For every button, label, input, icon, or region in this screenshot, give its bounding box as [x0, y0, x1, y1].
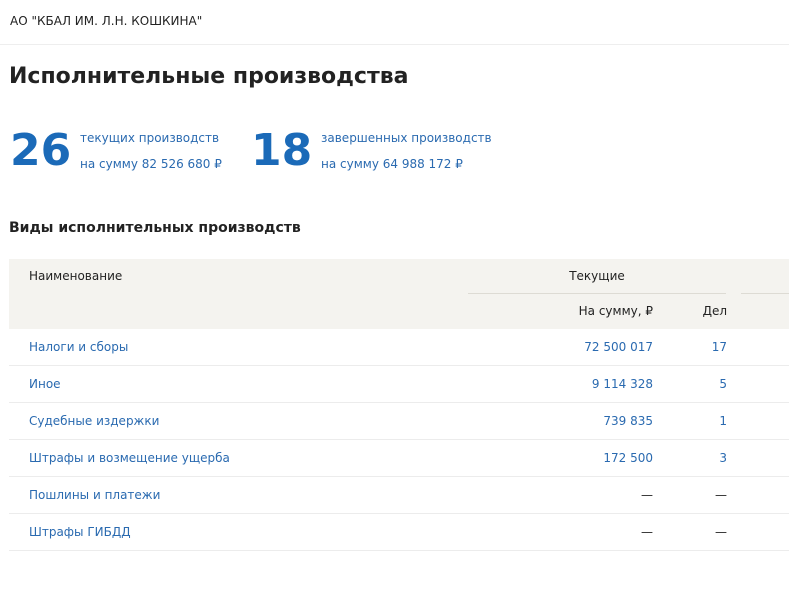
row-count: 3: [719, 451, 727, 465]
row-name-link[interactable]: Судебные издержки: [29, 414, 159, 428]
company-name: АО "КБАЛ ИМ. Л.Н. КОШКИНА": [10, 14, 203, 28]
row-sum: —: [641, 525, 653, 539]
row-count: 5: [719, 377, 727, 391]
completed-label[interactable]: завершенных производств: [321, 131, 492, 145]
completed-sum[interactable]: на сумму 64 988 172 ₽: [321, 157, 463, 171]
section-title: Виды исполнительных производств: [9, 220, 301, 236]
table-header: Наименование Текущие На сумму, ₽ Дел: [9, 259, 789, 329]
current-count: 26: [10, 125, 72, 176]
row-name-link[interactable]: Штрафы ГИБДД: [29, 525, 131, 539]
row-sum: —: [641, 488, 653, 502]
table-row: Штрафы ГИБДД — —: [9, 514, 789, 551]
row-name-link[interactable]: Налоги и сборы: [29, 340, 128, 354]
table-row: Судебные издержки 739 835 1: [9, 403, 789, 440]
completed-count: 18: [251, 125, 313, 176]
row-sum: 739 835: [603, 414, 653, 428]
row-count: —: [715, 525, 727, 539]
header-divider-secondary: [741, 293, 789, 294]
row-count: —: [715, 488, 727, 502]
current-label[interactable]: текущих производств: [80, 131, 219, 145]
top-bar: АО "КБАЛ ИМ. Л.Н. КОШКИНА": [0, 0, 789, 45]
row-name-link[interactable]: Штрафы и возмещение ущерба: [29, 451, 230, 465]
row-name-link[interactable]: Пошлины и платежи: [29, 488, 160, 502]
column-header-name: Наименование: [29, 269, 123, 283]
row-name-link[interactable]: Иное: [29, 377, 61, 391]
column-group-current: Текущие: [569, 269, 625, 283]
table-row: Штрафы и возмещение ущерба 172 500 3: [9, 440, 789, 477]
row-count: 1: [719, 414, 727, 428]
column-header-sum: На сумму, ₽: [578, 304, 653, 318]
table-body: Налоги и сборы 72 500 017 17 Иное 9 114 …: [9, 329, 789, 551]
page-title: Исполнительные производства: [9, 64, 409, 89]
header-divider: [468, 293, 726, 294]
table-row: Налоги и сборы 72 500 017 17: [9, 329, 789, 366]
current-sum[interactable]: на сумму 82 526 680 ₽: [80, 157, 222, 171]
column-header-count: Дел: [702, 304, 727, 318]
row-sum: 72 500 017: [584, 340, 653, 354]
row-count: 17: [711, 340, 727, 354]
row-sum: 172 500: [603, 451, 653, 465]
table-row: Иное 9 114 328 5: [9, 366, 789, 403]
table-row: Пошлины и платежи — —: [9, 477, 789, 514]
row-sum: 9 114 328: [591, 377, 653, 391]
